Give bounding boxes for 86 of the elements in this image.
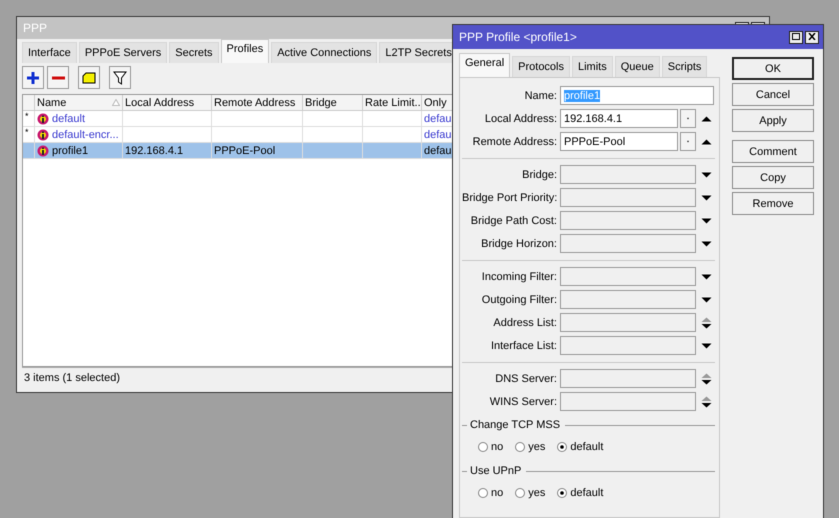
tab[interactable]: General — [459, 53, 510, 77]
tab[interactable]: Active Connections — [271, 42, 378, 63]
column-header[interactable]: Rate Limit... — [365, 96, 421, 108]
input-field[interactable]: 192.168.4.1 — [560, 109, 678, 128]
group-title: Use UPnP — [470, 465, 522, 477]
close-icon — [808, 32, 816, 40]
input-field[interactable] — [560, 313, 696, 332]
field-label: Address List: — [492, 316, 557, 328]
dropdown-button[interactable] — [680, 109, 696, 128]
input-field[interactable] — [560, 392, 696, 411]
input-field[interactable] — [560, 188, 696, 207]
column-header[interactable]: Name — [37, 96, 120, 108]
add-button[interactable] — [22, 66, 44, 89]
dialog-button[interactable]: Remove — [732, 192, 814, 215]
field-label: Bridge Path Cost: — [470, 214, 557, 226]
profile-icon — [37, 144, 49, 156]
input-field[interactable] — [560, 290, 696, 309]
field-label: Local Address: — [484, 112, 557, 124]
table-cell — [303, 111, 363, 127]
dialog-button[interactable]: Copy — [732, 166, 814, 189]
table-cell: defau — [424, 144, 452, 156]
column-header[interactable]: Bridge — [305, 96, 360, 108]
radio-button[interactable]: yes — [515, 487, 546, 499]
comment-button[interactable] — [78, 66, 100, 89]
tab[interactable]: Interface — [22, 42, 77, 63]
input-field[interactable] — [560, 165, 696, 184]
field-label: Incoming Filter: — [480, 270, 557, 282]
up-down-arrow-icon[interactable] — [701, 372, 712, 384]
field-label: Bridge: — [521, 168, 557, 180]
input-field[interactable] — [560, 267, 696, 286]
field-label: Outgoing Filter: — [480, 294, 557, 306]
table-cell: default-encr... — [52, 128, 119, 140]
tab[interactable]: PPPoE Servers — [78, 42, 168, 63]
radio-button[interactable]: default — [557, 487, 604, 499]
field-label: Interface List: — [490, 340, 557, 352]
input-field[interactable] — [560, 369, 696, 388]
window-title: PPP — [23, 21, 48, 35]
tab[interactable]: Profiles — [220, 39, 270, 63]
default-marker: * — [25, 111, 29, 121]
dialog-button[interactable]: OK — [732, 57, 814, 80]
radio-button[interactable]: default — [557, 441, 604, 453]
group-title: Change TCP MSS — [470, 419, 560, 431]
radio-button[interactable]: no — [478, 487, 504, 499]
table-cell: 192.168.4.1 — [125, 144, 184, 156]
dialog-title: PPP Profile <profile1> — [459, 30, 578, 44]
table-cell: defau — [424, 128, 452, 140]
tab[interactable]: Queue — [614, 56, 660, 77]
table-cell: default — [52, 112, 86, 124]
close-button[interactable] — [805, 30, 819, 44]
note-icon — [82, 72, 96, 84]
up-down-arrow-icon[interactable] — [701, 396, 712, 408]
tab[interactable]: Secrets — [169, 42, 219, 63]
filter-icon — [113, 70, 127, 84]
column-header[interactable]: Local Address — [125, 96, 209, 108]
table-cell: profile1 — [52, 144, 88, 156]
remove-button[interactable] — [47, 66, 69, 89]
radio-button[interactable]: no — [478, 441, 504, 453]
maximize-icon — [792, 32, 800, 40]
table-cell: defau — [424, 112, 452, 124]
profile-icon — [37, 128, 49, 140]
tab[interactable]: Protocols — [512, 56, 570, 77]
sort-icon — [112, 99, 120, 106]
dialog-button[interactable]: Cancel — [732, 83, 814, 106]
input-field[interactable]: PPPoE-Pool — [560, 132, 678, 151]
maximize-button[interactable] — [789, 30, 803, 44]
tab[interactable]: Scripts — [662, 56, 708, 77]
input-field[interactable] — [560, 336, 696, 355]
field-label: Name: — [524, 90, 557, 102]
up-down-arrow-icon[interactable] — [701, 316, 712, 328]
input-field[interactable] — [560, 234, 696, 253]
profile-icon — [37, 112, 49, 124]
filter-button[interactable] — [109, 66, 131, 89]
field-label: Bridge Port Priority: — [462, 192, 557, 204]
table-cell: PPPoE-Pool — [214, 144, 276, 156]
input-field[interactable] — [560, 211, 696, 230]
dialog-button[interactable]: Apply — [732, 109, 814, 132]
radio-button[interactable]: yes — [515, 441, 546, 453]
plus-icon — [26, 70, 40, 84]
dropdown-button[interactable] — [680, 132, 696, 151]
tab[interactable]: Limits — [572, 56, 613, 77]
field-label: Bridge Horizon: — [480, 238, 557, 250]
column-header[interactable]: Remote Address — [214, 96, 300, 108]
field-label: WINS Server: — [488, 396, 557, 408]
default-marker: * — [25, 127, 29, 137]
dialog-button[interactable]: Comment — [732, 140, 814, 163]
field-label: DNS Server: — [494, 372, 557, 384]
